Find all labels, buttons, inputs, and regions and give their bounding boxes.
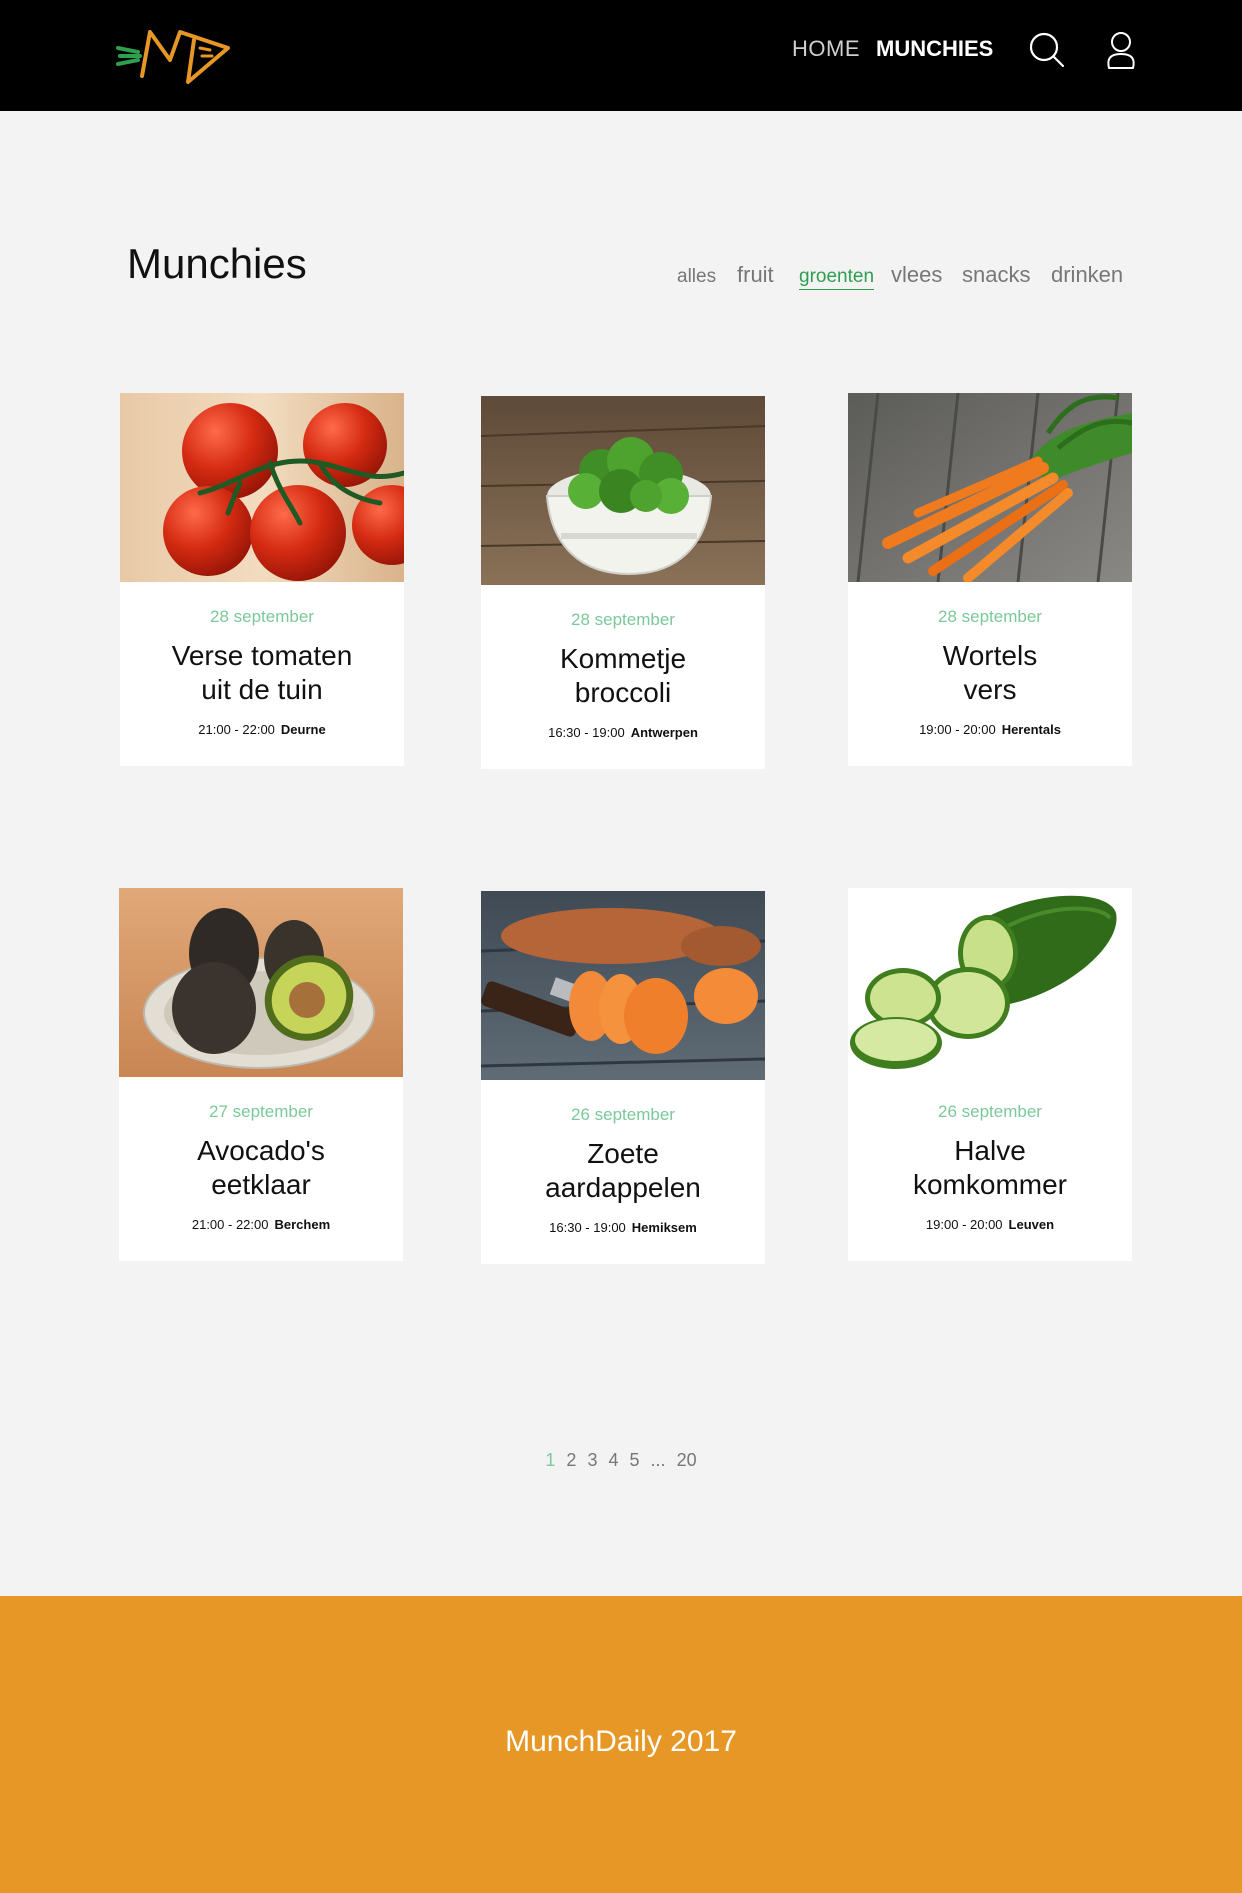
card-place: Hemiksem: [631, 1220, 697, 1235]
card-time: 16:30 - 19:00: [549, 1220, 626, 1235]
card-title-line: vers: [963, 674, 1017, 705]
card-date: 28 september: [571, 610, 675, 629]
card-title: Wortels vers: [848, 639, 1132, 707]
page-title: Munchies: [127, 240, 307, 287]
top-navigation-bar: HOME MUNCHIES: [0, 0, 1242, 111]
munchie-card[interactable]: 28 september Verse tomaten uit de tuin 2…: [120, 393, 404, 766]
card-title-line: uit de tuin: [201, 674, 323, 705]
pagination: 1 2 3 4 5 ... 20: [0, 1450, 1242, 1471]
card-place: Deurne: [280, 722, 326, 737]
filter-alles[interactable]: alles: [677, 266, 716, 288]
munchie-card[interactable]: 27 september Avocado's eetklaar 21:00 - …: [119, 888, 403, 1261]
page-ellipsis: ...: [650, 1450, 666, 1470]
tomatoes-image: [120, 393, 404, 582]
card-date: 28 september: [210, 607, 314, 626]
card-place: Herentals: [1001, 722, 1061, 737]
card-title-line: Avocado's: [197, 1135, 325, 1166]
card-title-line: eetklaar: [211, 1169, 311, 1200]
card-title-line: Halve: [954, 1135, 1026, 1166]
footer: MunchDaily 2017: [0, 1596, 1242, 1893]
card-meta: 21:00 - 22:00 Deurne: [120, 722, 404, 737]
munchie-card[interactable]: 28 september Wortels vers 19:00 - 20:00 H…: [848, 393, 1132, 766]
card-title: Avocado's eetklaar: [119, 1134, 403, 1202]
footer-copyright: MunchDaily 2017: [505, 1725, 737, 1758]
nav-home-link[interactable]: HOME: [792, 36, 860, 62]
user-account-icon[interactable]: [1101, 30, 1141, 70]
card-title-line: aardappelen: [545, 1172, 701, 1203]
card-meta: 21:00 - 22:00 Berchem: [119, 1217, 403, 1232]
card-meta: 19:00 - 20:00 Leuven: [848, 1217, 1132, 1232]
page-link-5[interactable]: 5: [630, 1450, 640, 1471]
card-title: Zoete aardappelen: [481, 1137, 765, 1205]
card-time: 19:00 - 20:00: [919, 722, 996, 737]
card-time: 19:00 - 20:00: [925, 1217, 1003, 1232]
card-title: Kommetje broccoli: [481, 642, 765, 710]
card-time: 21:00 - 22:00: [191, 1217, 269, 1232]
broccoli-image: [481, 396, 765, 585]
card-title-line: Wortels: [942, 640, 1038, 671]
card-title: Halve komkommer: [848, 1134, 1132, 1202]
card-title-line: Kommetje: [559, 643, 687, 674]
card-title-line: komkommer: [912, 1169, 1067, 1200]
filter-vlees[interactable]: vlees: [891, 262, 942, 288]
card-place: Leuven: [1008, 1217, 1055, 1232]
nav-munchies-link[interactable]: MUNCHIES: [876, 36, 993, 62]
filter-fruit[interactable]: fruit: [737, 262, 774, 288]
card-place: Antwerpen: [630, 725, 698, 740]
card-title-line: Verse tomaten: [171, 640, 353, 671]
filter-drinken[interactable]: drinken: [1051, 262, 1123, 288]
card-title-line: Zoete: [587, 1138, 659, 1169]
card-date: 26 september: [571, 1105, 675, 1124]
page-link-1[interactable]: 1: [545, 1450, 555, 1471]
card-time: 21:00 - 22:00: [198, 722, 275, 737]
card-place: Berchem: [274, 1217, 331, 1232]
sweet-potatoes-image: [481, 891, 765, 1080]
card-meta: 19:00 - 20:00 Herentals: [848, 722, 1132, 737]
card-meta: 16:30 - 19:00 Antwerpen: [481, 725, 765, 740]
munchdaily-logo[interactable]: [116, 26, 234, 88]
munchie-card[interactable]: 26 september Zoete aardappelen 16:30 - 1…: [481, 891, 765, 1264]
page-link-4[interactable]: 4: [608, 1450, 618, 1471]
page-link-3[interactable]: 3: [587, 1450, 597, 1471]
card-title: Verse tomaten uit de tuin: [120, 639, 404, 707]
card-date: 26 september: [938, 1102, 1042, 1121]
avocados-image: [119, 888, 403, 1077]
card-meta: 16:30 - 19:00 Hemiksem: [481, 1220, 765, 1235]
card-title-line: broccoli: [574, 677, 672, 708]
search-icon[interactable]: [1027, 30, 1067, 70]
munchie-card[interactable]: 26 september Halve komkommer 19:00 - 20:…: [848, 888, 1132, 1261]
filter-snacks[interactable]: snacks: [962, 262, 1030, 288]
carrots-image: [848, 393, 1132, 582]
filter-groenten[interactable]: groenten: [799, 266, 875, 290]
card-date: 27 september: [209, 1102, 313, 1121]
page-link-20[interactable]: 20: [677, 1450, 697, 1471]
page-link-2[interactable]: 2: [566, 1450, 576, 1471]
card-time: 16:30 - 19:00: [548, 725, 625, 740]
card-date: 28 september: [938, 607, 1042, 626]
cucumber-image: [848, 888, 1132, 1077]
munchie-card[interactable]: 28 september Kommetje broccoli 16:30 - 1…: [481, 396, 765, 769]
